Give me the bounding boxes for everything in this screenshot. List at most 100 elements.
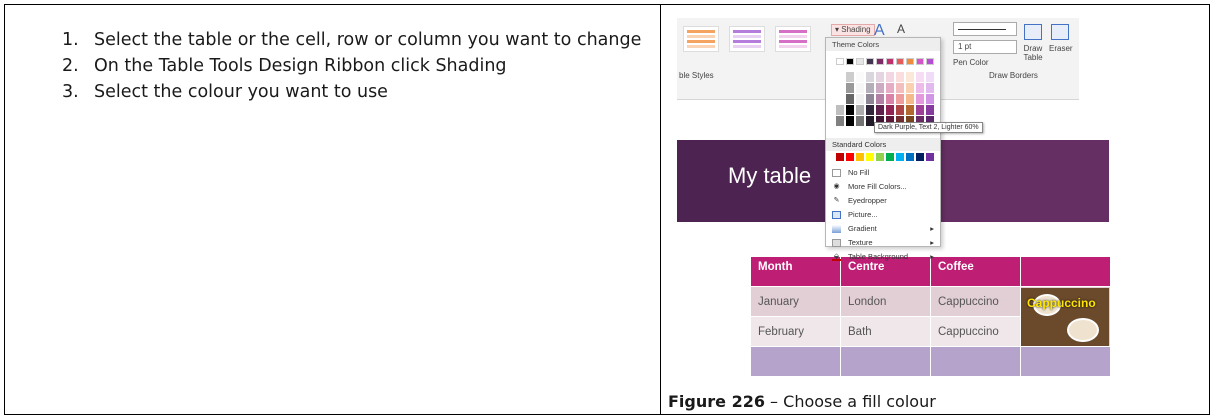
eraser-button[interactable]: Eraser: [1049, 24, 1073, 53]
header-cell[interactable]: [1020, 256, 1111, 287]
color-swatch[interactable]: [926, 72, 934, 82]
color-swatch[interactable]: [906, 83, 914, 93]
color-swatch[interactable]: [836, 116, 844, 126]
color-swatch[interactable]: [886, 83, 894, 93]
color-swatch[interactable]: [916, 105, 924, 115]
color-swatch[interactable]: [926, 105, 934, 115]
color-swatch[interactable]: [846, 153, 854, 161]
color-swatch[interactable]: [886, 153, 894, 161]
color-swatch[interactable]: [916, 58, 924, 65]
table-cell[interactable]: January: [750, 286, 841, 317]
color-swatch[interactable]: [876, 153, 884, 161]
image-cell[interactable]: Cappuccino: [1020, 286, 1111, 347]
color-swatch[interactable]: [866, 72, 874, 82]
color-swatch[interactable]: [866, 105, 874, 115]
color-swatch[interactable]: [876, 58, 884, 65]
pencil-icon: [1024, 24, 1042, 40]
color-swatch[interactable]: [926, 83, 934, 93]
font-color-icon[interactable]: A: [897, 22, 905, 36]
color-swatch[interactable]: [896, 105, 904, 115]
color-swatch[interactable]: [846, 83, 854, 93]
table-cell[interactable]: [750, 346, 841, 377]
table-cell[interactable]: Cappuccino: [930, 286, 1021, 317]
color-swatch[interactable]: [866, 153, 874, 161]
caption-text: – Choose a fill colour: [764, 392, 936, 411]
color-swatch[interactable]: [916, 83, 924, 93]
table-cell[interactable]: [1020, 346, 1111, 377]
color-swatch[interactable]: [836, 72, 844, 82]
color-swatch[interactable]: [866, 58, 874, 65]
color-swatch[interactable]: [846, 72, 854, 82]
color-swatch[interactable]: [896, 58, 904, 65]
color-swatch[interactable]: [856, 153, 864, 161]
color-swatch[interactable]: [836, 153, 844, 161]
table-style-orange[interactable]: [683, 26, 719, 52]
color-swatch[interactable]: [906, 94, 914, 104]
color-swatch[interactable]: [896, 153, 904, 161]
table-cell[interactable]: [840, 346, 931, 377]
color-swatch[interactable]: [906, 58, 914, 65]
color-swatch[interactable]: [896, 83, 904, 93]
color-swatch[interactable]: [836, 105, 844, 115]
color-swatch[interactable]: [836, 94, 844, 104]
menu-item-more-fill-colors[interactable]: ◉ More Fill Colors...: [826, 180, 940, 194]
table-cell[interactable]: Bath: [840, 316, 931, 347]
color-swatch[interactable]: [866, 83, 874, 93]
table-cell[interactable]: February: [750, 316, 841, 347]
color-swatch[interactable]: [836, 58, 844, 65]
color-swatch[interactable]: [886, 94, 894, 104]
menu-item-table-background[interactable]: ⬙ Table Background ▸: [826, 250, 940, 264]
color-swatch[interactable]: [876, 72, 884, 82]
table-cell[interactable]: London: [840, 286, 931, 317]
color-swatch[interactable]: [836, 83, 844, 93]
pen-color-button[interactable]: Pen Color: [953, 58, 989, 67]
color-swatch[interactable]: [856, 72, 864, 82]
table-style-purple[interactable]: [729, 26, 765, 52]
color-swatch[interactable]: [876, 83, 884, 93]
pen-weight-select[interactable]: 1 pt: [953, 40, 1017, 54]
standard-colors-heading: Standard Colors: [826, 138, 940, 151]
header-cell[interactable]: Coffee: [930, 256, 1021, 287]
color-swatch[interactable]: [866, 116, 874, 126]
color-swatch[interactable]: [856, 116, 864, 126]
pen-style-select[interactable]: [953, 22, 1017, 36]
menu-item-no-fill[interactable]: No Fill: [826, 166, 940, 180]
color-swatch[interactable]: [856, 58, 864, 65]
table-cell[interactable]: Cappuccino: [930, 316, 1021, 347]
color-swatch[interactable]: [886, 72, 894, 82]
color-swatch[interactable]: [916, 94, 924, 104]
color-swatch[interactable]: [926, 58, 934, 65]
color-swatch[interactable]: [906, 72, 914, 82]
menu-item-picture[interactable]: Picture...: [826, 208, 940, 222]
color-swatch[interactable]: [916, 153, 924, 161]
draw-table-button[interactable]: Draw Table: [1022, 24, 1044, 62]
color-swatch[interactable]: [856, 83, 864, 93]
color-swatch[interactable]: [896, 72, 904, 82]
color-swatch[interactable]: [926, 153, 934, 161]
color-swatch[interactable]: [886, 58, 894, 65]
color-swatch[interactable]: [846, 94, 854, 104]
color-swatch[interactable]: [866, 94, 874, 104]
menu-item-gradient[interactable]: Gradient ▸: [826, 222, 940, 236]
color-swatch[interactable]: [926, 94, 934, 104]
menu-item-eyedropper[interactable]: ✎ Eyedropper: [826, 194, 940, 208]
table-style-magenta[interactable]: [775, 26, 811, 52]
shading-label: Shading: [841, 25, 871, 34]
color-swatch[interactable]: [906, 153, 914, 161]
color-swatch[interactable]: [876, 105, 884, 115]
menu-item-texture[interactable]: Texture ▸: [826, 236, 940, 250]
color-swatch[interactable]: [846, 116, 854, 126]
color-swatch[interactable]: [886, 105, 894, 115]
color-swatch[interactable]: [846, 105, 854, 115]
color-swatch[interactable]: [906, 105, 914, 115]
color-swatch[interactable]: [856, 94, 864, 104]
table-cell[interactable]: [930, 346, 1021, 377]
color-swatch[interactable]: [876, 94, 884, 104]
step-item: 1. Select the table or the cell, row or …: [62, 27, 647, 53]
submenu-arrow-icon: ▸: [930, 252, 934, 261]
color-swatch[interactable]: [856, 105, 864, 115]
shading-button[interactable]: ▾ Shading: [831, 24, 875, 36]
color-swatch[interactable]: [916, 72, 924, 82]
color-swatch[interactable]: [896, 94, 904, 104]
color-swatch[interactable]: [846, 58, 854, 65]
